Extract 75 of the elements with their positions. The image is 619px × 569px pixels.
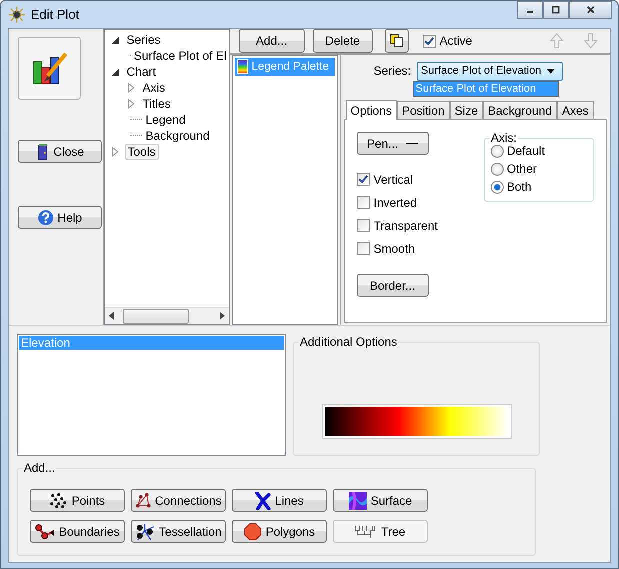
window-title: Edit Plot [31,7,80,22]
add-points-button[interactable]: Points [30,489,125,512]
checkbox[interactable] [356,196,370,209]
copy-icon [390,34,404,48]
option-checkbox[interactable]: Inverted [356,191,418,214]
active-checkbox[interactable]: Active [422,34,472,48]
series-dropdown[interactable]: Surface Plot of Elevation [417,62,564,80]
pen-line-icon [406,143,418,144]
tree-diagram-icon [355,524,378,538]
add-surface-button[interactable]: Surface [333,489,428,512]
tree-item[interactable]: Legend [144,113,188,127]
tab[interactable]: Axes [557,101,594,119]
checkbox[interactable] [356,242,370,255]
add-polygons-button[interactable]: Polygons [232,520,327,543]
group-title: Axis: [490,131,518,145]
tab[interactable]: Options [346,100,398,120]
tree-item[interactable]: Background [144,129,212,143]
checkbox[interactable] [356,219,370,232]
axis-radio[interactable]: Default [491,142,587,160]
delete-button[interactable]: Delete [312,29,373,53]
palette-icon [236,59,250,75]
add-connections-button[interactable]: Connections [131,489,226,512]
chart-edit-button[interactable] [18,37,81,100]
option-checkbox[interactable]: Smooth [356,237,416,260]
caret-icon [547,68,556,74]
axis-radio[interactable]: Both [491,178,587,196]
surface-icon [348,492,367,510]
tab[interactable]: Size [450,101,484,119]
group-title: Additional Options [299,335,398,349]
close-button[interactable] [569,1,612,19]
option-checkbox[interactable]: Transparent [356,214,438,237]
scroll-right-icon[interactable] [218,312,225,320]
help-icon [38,210,54,226]
app-icon [9,6,25,22]
group-title: Add... [23,461,56,475]
close-icon [586,5,596,15]
close-dialog-button[interactable]: Close [18,140,102,163]
tree-item[interactable]: Chart [124,65,158,79]
border-button[interactable]: Border... [356,274,429,297]
help-button[interactable]: Help [18,206,102,229]
tree-item[interactable]: Tools [124,144,159,160]
add-lines-button[interactable]: Lines [232,489,327,512]
radio-button[interactable] [491,162,504,176]
tessellation-icon [135,522,156,540]
copy-button[interactable] [384,29,409,53]
door-icon [36,144,50,160]
add-button[interactable]: Add... [238,29,305,53]
tree-item[interactable]: Series [124,33,163,47]
expander-icon[interactable] [110,67,121,77]
radio-button[interactable] [491,144,504,158]
expander-icon[interactable] [110,35,121,45]
tab[interactable]: Background [483,101,558,119]
tree-item[interactable]: Axis [140,81,168,95]
scroll-left-icon[interactable] [108,312,115,320]
tab[interactable]: Position [397,101,450,119]
tree-item[interactable]: Surface Plot of El [132,49,229,63]
linked-nodes-icon [35,524,56,540]
option-checkbox[interactable]: Vertical [356,168,414,191]
add-boundaries-button[interactable]: Boundaries [30,520,125,543]
pen-button[interactable]: Pen... [356,132,429,155]
radio-button[interactable] [491,180,504,194]
maximize-icon [551,5,561,15]
branching-line-icon [255,492,272,510]
add-tessellation-button[interactable]: Tessellation [131,520,226,543]
maximize-button[interactable] [543,1,569,19]
horizontal-scrollbar[interactable] [104,307,229,324]
axis-radio[interactable]: Other [491,160,587,178]
checkbox[interactable] [356,173,370,186]
dots-icon [50,492,68,508]
connected-points-icon [135,492,152,508]
octagon-icon [244,522,262,540]
series-label: Series: [374,64,412,78]
minimize-button[interactable] [517,1,543,19]
tree-item[interactable]: Titles [140,97,173,111]
checkbox[interactable] [422,34,436,48]
